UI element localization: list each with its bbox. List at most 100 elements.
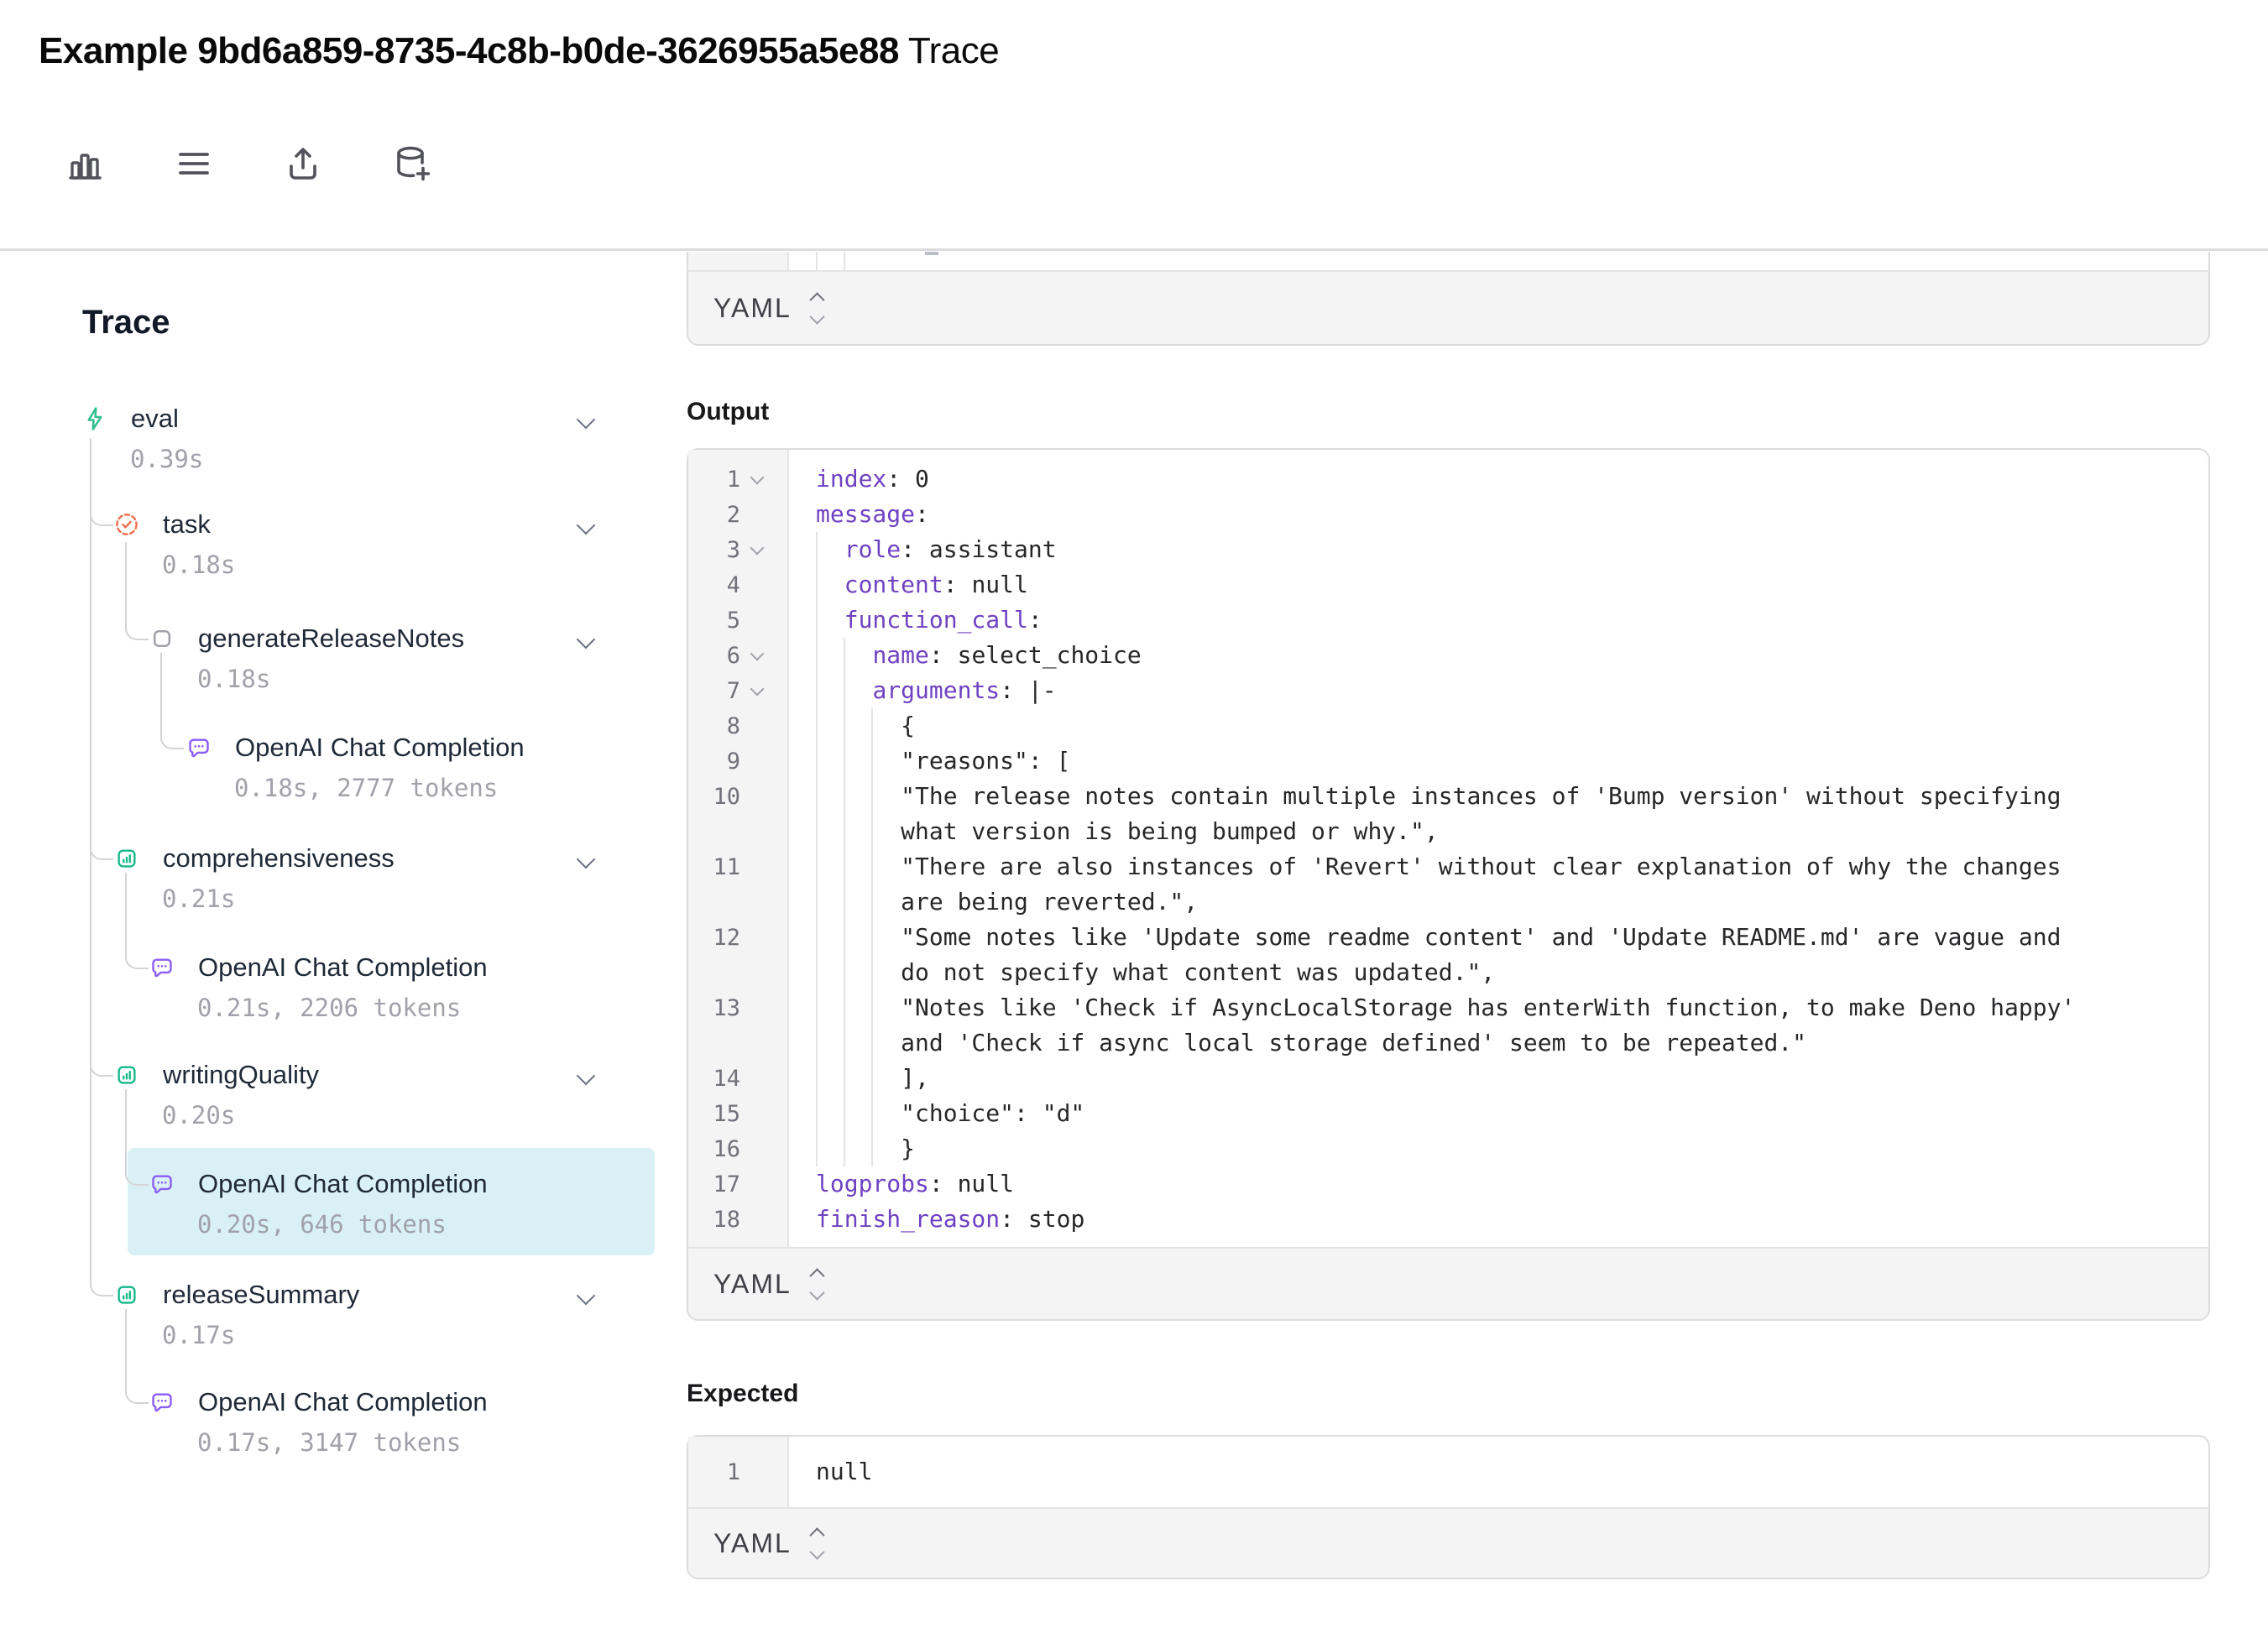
code-line: function_call: (816, 603, 2075, 638)
code-line: "There are also instances of 'Revert' wi… (816, 849, 2075, 884)
code-line: content: null (816, 567, 2075, 603)
code-line: "The release notes contain multiple inst… (816, 779, 2075, 814)
code-line: } (816, 1131, 2075, 1166)
trace-node-generatereleasenotes[interactable]: generateReleaseNotes (149, 623, 464, 654)
line-number: 1 (688, 1459, 740, 1485)
node-duration: 0.17s (162, 1321, 235, 1349)
tree-connector-elbow (125, 623, 149, 640)
node-label: generateReleaseNotes (198, 623, 464, 654)
code-line: are being reverted.", (816, 884, 2075, 920)
tree-connector-elbow (90, 509, 113, 526)
trace-node-eval[interactable]: eval (82, 404, 179, 434)
indent-guide (816, 252, 818, 270)
chat-bubble-icon (149, 955, 175, 980)
output-code-block: 123456789101112131415161718 index: 0mess… (687, 448, 2210, 1321)
expected-code-block: 1 null YAML (687, 1435, 2210, 1579)
tree-connector-elbow (90, 843, 113, 860)
trace-node-comprehensiveness[interactable]: comprehensiveness (114, 843, 395, 874)
code-line: null (816, 1437, 872, 1507)
format-select-value: YAML (713, 293, 792, 324)
tree-connector-line (90, 438, 91, 1280)
trace-node-writingquality[interactable]: writingQuality (114, 1060, 319, 1090)
node-duration: 0.18s (197, 665, 270, 693)
chevron-up-down-icon (812, 1270, 823, 1298)
tree-connector-line (125, 542, 127, 623)
trace-node-openai-chat-completion[interactable]: OpenAI Chat Completion (186, 733, 525, 763)
format-select-value: YAML (713, 1269, 792, 1300)
code-lines: index: 0message: role: assistant content… (688, 450, 2075, 1237)
chat-bubble-icon (149, 1171, 175, 1197)
node-label: writingQuality (163, 1060, 319, 1090)
node-label: OpenAI Chat Completion (198, 952, 488, 983)
code-line: ], (816, 1061, 2075, 1096)
output-section-heading: Output (687, 398, 2210, 426)
format-select[interactable]: YAML (688, 1247, 2208, 1319)
chevron-up-down-icon (812, 295, 823, 322)
clipped-text-fragment (925, 252, 938, 255)
code-line: { (816, 708, 2075, 743)
code-line: "Notes like 'Check if AsyncLocalStorage … (816, 990, 2075, 1025)
code-line: and 'Check if async local storage define… (816, 1025, 2075, 1061)
tree-connector-elbow (90, 1280, 113, 1296)
code-line: index: 0 (816, 462, 2075, 497)
chevron-down-icon[interactable] (579, 519, 593, 536)
chevron-down-icon[interactable] (579, 853, 593, 870)
chevron-down-icon[interactable] (579, 1069, 593, 1087)
selected-node-highlight (128, 1148, 655, 1255)
node-duration: 0.39s (130, 445, 203, 473)
tree-connector-elbow (125, 952, 149, 969)
trace-node-releasesummary[interactable]: releaseSummary (114, 1280, 359, 1310)
node-duration: 0.20s, 646 tokens (197, 1210, 447, 1239)
clipped-gutter (688, 252, 789, 270)
tree-connector-line (125, 1089, 127, 1169)
chat-bubble-icon (149, 1390, 175, 1415)
trace-node-openai-chat-completion[interactable]: OpenAI Chat Completion (149, 1169, 488, 1199)
indent-guide (844, 252, 845, 270)
chevron-down-icon[interactable] (579, 633, 593, 650)
node-duration: 0.18s, 2777 tokens (234, 774, 498, 802)
code-line: role: assistant (816, 532, 2075, 567)
code-line: what version is being bumped or why.", (816, 814, 2075, 849)
node-label: eval (131, 404, 179, 434)
code-line: do not specify what content was updated.… (816, 955, 2075, 990)
trace-node-openai-chat-completion[interactable]: OpenAI Chat Completion (149, 1387, 488, 1417)
code-line: finish_reason: stop (816, 1202, 2075, 1237)
bar-chart-icon (114, 1282, 139, 1307)
format-select[interactable]: YAML (688, 1507, 2208, 1578)
line-number-gutter: 1 (688, 1437, 789, 1507)
tree-connector-elbow (90, 1060, 113, 1077)
format-select[interactable]: YAML (687, 272, 2210, 346)
square-icon (149, 626, 175, 651)
expected-section-heading: Expected (687, 1380, 2210, 1408)
zap-icon (82, 406, 107, 431)
tree-connector-line (160, 653, 162, 733)
code-line: arguments: |- (816, 673, 2075, 708)
page-title-suffix: Trace (899, 30, 999, 71)
tree-connector-line (125, 873, 127, 952)
code-line: "reasons": [ (816, 743, 2075, 779)
node-duration: 0.21s (162, 884, 235, 913)
code-line: logprobs: null (816, 1166, 2075, 1202)
node-duration: 0.21s, 2206 tokens (197, 994, 461, 1022)
code-line: "Some notes like 'Update some readme con… (816, 920, 2075, 955)
bar-chart-icon (114, 846, 139, 871)
code-line: "choice": "d" (816, 1096, 2075, 1131)
format-select-value: YAML (713, 1528, 792, 1559)
code-line: name: select_choice (816, 638, 2075, 673)
trace-tree: eval 0.39s task 0.18s generateReleaseNotes 0.… (0, 0, 687, 1633)
chevron-down-icon[interactable] (579, 413, 593, 430)
check-circle-icon (114, 512, 139, 537)
node-duration: 0.17s, 3147 tokens (197, 1428, 461, 1457)
node-duration: 0.20s (162, 1101, 235, 1130)
trace-node-openai-chat-completion[interactable]: OpenAI Chat Completion (149, 952, 488, 983)
code-line: message: (816, 497, 2075, 532)
chat-bubble-icon (186, 735, 212, 760)
trace-node-task[interactable]: task (114, 509, 211, 540)
node-label: OpenAI Chat Completion (198, 1169, 488, 1199)
bar-chart-icon (114, 1062, 139, 1088)
node-label: task (163, 509, 211, 540)
tree-connector-elbow (160, 733, 184, 749)
chevron-down-icon[interactable] (579, 1289, 593, 1307)
tree-connector-elbow (125, 1387, 149, 1404)
node-label: OpenAI Chat Completion (235, 733, 525, 763)
